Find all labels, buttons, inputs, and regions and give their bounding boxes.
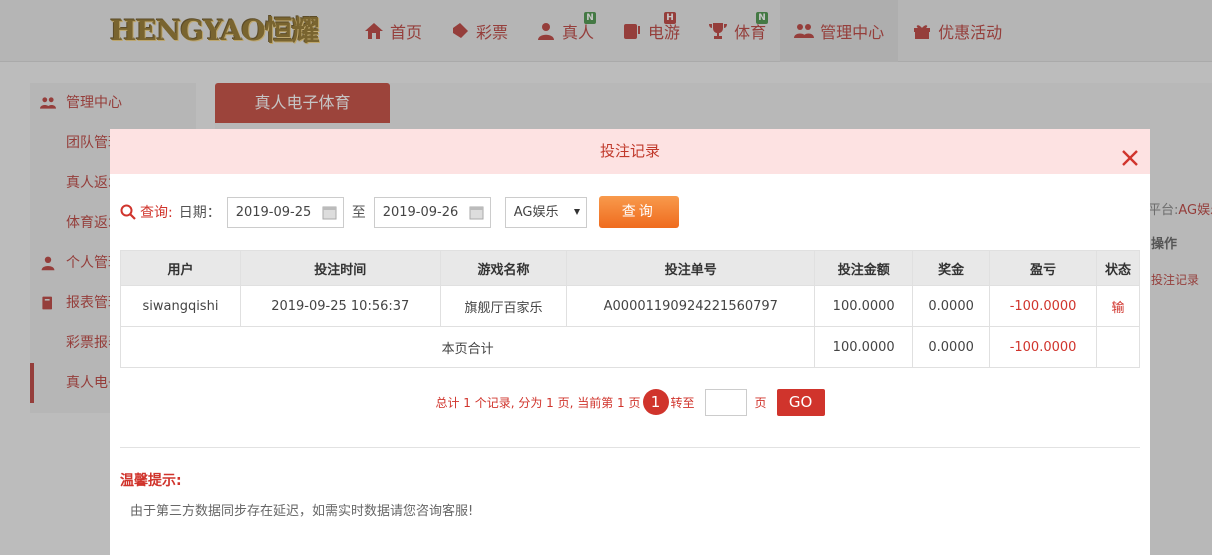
col-user: 用户: [120, 250, 241, 286]
goto-page-input[interactable]: [704, 388, 747, 416]
table-row: siwangqishi 2019-09-25 10:56:37 旗舰厅百家乐 A…: [120, 285, 1140, 327]
close-icon: [1122, 150, 1138, 166]
calendar-icon: [322, 206, 337, 219]
subtotal-row: 本页合计 100.0000 0.0000 -100.0000: [119, 326, 1140, 368]
col-bet-time: 投注时间: [239, 250, 441, 286]
cell-status: 输: [1096, 285, 1140, 327]
subtotal-amount: 100.0000: [814, 326, 914, 368]
pagination: 总计 1 个记录, 分为 1 页, 当前第 1 页 1 转至 页 GO: [110, 388, 1150, 416]
start-date-input[interactable]: 2019-09-25: [226, 196, 344, 228]
bet-records-modal: 投注记录 查询: 日期： 2019-09-25 至 2019-09-26 AG娱…: [110, 129, 1150, 555]
cell-bonus: 0.0000: [912, 285, 991, 327]
divider: [120, 447, 1140, 448]
col-order-no: 投注单号: [566, 250, 816, 286]
subtotal-status-empty: [1096, 326, 1140, 368]
close-button[interactable]: [1120, 141, 1140, 166]
current-page-button[interactable]: 1: [642, 389, 669, 415]
tip-text: 由于第三方数据同步存在延迟，如需实时数据请您咨询客服!: [130, 504, 474, 519]
subtotal-bonus: 0.0000: [912, 326, 991, 368]
tip-title: 温馨提示:: [120, 473, 182, 489]
platform-select[interactable]: AG娱乐: [504, 196, 587, 228]
cell-order-no: A00001190924221560797: [566, 285, 816, 327]
end-date-input[interactable]: 2019-09-26: [373, 196, 491, 228]
cell-profit: -100.0000: [989, 285, 1098, 327]
subtotal-label: 本页合计: [119, 326, 816, 368]
subtotal-profit: -100.0000: [989, 326, 1098, 368]
col-status: 状态: [1096, 250, 1140, 286]
page-unit-label: 页: [754, 395, 767, 410]
bet-records-table: 用户 投注时间 游戏名称 投注单号 投注金额 奖金 盈亏 状态 siwangqi…: [119, 250, 1140, 368]
goto-label: 转至: [670, 395, 695, 410]
date-label: 日期：: [178, 205, 221, 221]
go-button[interactable]: GO: [776, 388, 825, 416]
col-bonus: 奖金: [912, 250, 991, 286]
modal-title: 投注记录: [599, 142, 660, 160]
query-bar: 查询: 日期： 2019-09-25 至 2019-09-26 AG娱乐 查询: [120, 196, 679, 228]
col-profit: 盈亏: [989, 250, 1098, 286]
table-header-row: 用户 投注时间 游戏名称 投注单号 投注金额 奖金 盈亏 状态: [120, 250, 1140, 286]
col-bet-amount: 投注金额: [814, 250, 914, 286]
modal-header: 投注记录: [110, 129, 1150, 174]
cell-bet-time: 2019-09-25 10:56:37: [239, 285, 441, 327]
cell-bet-amount: 100.0000: [814, 285, 914, 327]
cell-user: siwangqishi: [120, 285, 241, 327]
date-range-separator: 至: [351, 205, 366, 221]
pagination-summary: 总计 1 个记录, 分为 1 页, 当前第 1 页: [435, 395, 641, 410]
query-button[interactable]: 查询: [598, 196, 679, 228]
cell-game-name: 旗舰厅百家乐: [439, 285, 568, 327]
col-game-name: 游戏名称: [439, 250, 568, 286]
search-icon: [120, 204, 136, 220]
chevron-down-icon: [573, 208, 580, 215]
query-label: 查询:: [140, 205, 173, 221]
calendar-icon: [469, 206, 484, 219]
